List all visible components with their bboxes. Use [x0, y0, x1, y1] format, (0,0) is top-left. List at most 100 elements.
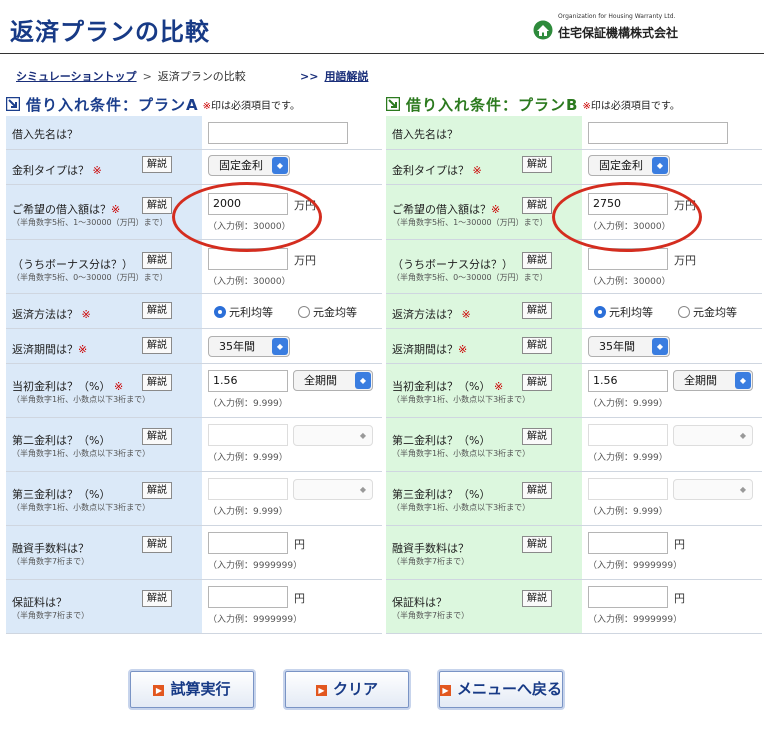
breadcrumb-home-link[interactable]: シミュレーショントップ — [16, 70, 137, 83]
select-chevron-icon: ◆ — [359, 485, 367, 494]
help-button[interactable]: 解説 — [142, 590, 172, 607]
label-rate3: 第三金利は？（%） — [392, 488, 491, 501]
row-amount: ご希望の借入額は？※ （半角数字5桁、1〜30000（万円）まで） 解説 200… — [6, 185, 382, 240]
bonus-input[interactable] — [588, 248, 668, 270]
rate3-period-select[interactable]: ◆ — [673, 479, 753, 500]
guarantee-input[interactable] — [208, 586, 288, 608]
row-method: 返済方法は？ ※ 解説 元利均等 元金均等 — [6, 294, 382, 329]
help-button[interactable]: 解説 — [522, 252, 552, 269]
period-select[interactable]: 35年間 ◆ — [208, 336, 290, 357]
help-button[interactable]: 解説 — [522, 302, 552, 319]
method-radio-equal-payment[interactable]: 元利均等 — [594, 304, 653, 320]
fee-note: （半角数字7桁まで） — [12, 557, 90, 566]
clear-button[interactable]: ▶ クリア — [285, 671, 409, 708]
unit-yen: 円 — [674, 538, 685, 551]
select-chevron-icon: ◆ — [735, 372, 751, 389]
help-button[interactable]: 解説 — [522, 482, 552, 499]
guarantee-hint: （入力例：9999999） — [208, 615, 303, 625]
rate2-period-select[interactable]: ◆ — [293, 425, 373, 446]
select-chevron-icon: ◆ — [272, 338, 288, 355]
row-fee: 融資手数料は？ （半角数字7桁まで） 解説 円 （入力例：9999999） — [6, 526, 382, 580]
plan-b-panel: 借り入れ条件：プランB ※印は必須項目です。 借入先名は？ 金利タイプは？ ※ … — [386, 92, 762, 634]
lender-input[interactable] — [588, 122, 728, 144]
row-method: 返済方法は？ ※ 解説 元利均等 元金均等 — [386, 294, 762, 329]
help-button[interactable]: 解説 — [522, 590, 552, 607]
rate2-period-select[interactable]: ◆ — [673, 425, 753, 446]
help-button[interactable]: 解説 — [522, 374, 552, 391]
label-amount: ご希望の借入額は？※ — [392, 203, 501, 216]
rate2-input[interactable] — [588, 424, 668, 446]
rate3-input[interactable] — [588, 478, 668, 500]
help-button[interactable]: 解説 — [142, 156, 172, 173]
select-chevron-icon: ◆ — [739, 485, 747, 494]
bonus-hint: （入力例：30000） — [208, 277, 291, 287]
method-radio-equal-principal[interactable]: 元金均等 — [298, 304, 357, 320]
help-button[interactable]: 解説 — [142, 374, 172, 391]
rate3-input[interactable] — [208, 478, 288, 500]
help-button[interactable]: 解説 — [522, 197, 552, 214]
method-radio-equal-principal[interactable]: 元金均等 — [678, 304, 737, 320]
arrow-right-icon: ▶ — [440, 685, 451, 696]
fee-note: （半角数字7桁まで） — [392, 557, 470, 566]
help-button[interactable]: 解説 — [522, 337, 552, 354]
period-select[interactable]: 35年間 ◆ — [588, 336, 670, 357]
label-method: 返済方法は？ ※ — [12, 308, 91, 321]
select-chevron-icon: ◆ — [652, 157, 668, 174]
rate3-period-select[interactable]: ◆ — [293, 479, 373, 500]
org-logo[interactable]: Organization for Housing Warranty Ltd. 住… — [533, 12, 758, 46]
help-button[interactable]: 解説 — [142, 337, 172, 354]
rate1-period-select[interactable]: 全期間 ◆ — [673, 370, 753, 391]
help-button[interactable]: 解説 — [142, 482, 172, 499]
select-chevron-icon: ◆ — [355, 372, 371, 389]
rate1-period-select[interactable]: 全期間 ◆ — [293, 370, 373, 391]
rate3-hint: （入力例：9.999） — [208, 507, 288, 517]
row-rate3: 第三金利は？（%） （半角数字1桁、小数点以下3桁まで） 解説 ◆ （入力例：9… — [386, 472, 762, 526]
rate2-input[interactable] — [208, 424, 288, 446]
bonus-input[interactable] — [208, 248, 288, 270]
label-method: 返済方法は？ ※ — [392, 308, 471, 321]
rate1-input[interactable]: 1.56 — [208, 370, 288, 392]
page-title: 返済プランの比較 — [10, 18, 210, 46]
amount-input[interactable]: 2750 — [588, 193, 668, 215]
rate1-hint: （入力例：9.999） — [588, 399, 668, 409]
glossary-link-group: >> 用語解説 — [300, 68, 368, 84]
amount-input[interactable]: 2000 — [208, 193, 288, 215]
rate1-input[interactable]: 1.56 — [588, 370, 668, 392]
required-note: ※印は必須項目です。 — [582, 97, 679, 112]
rate1-note: （半角数字1桁、小数点以下3桁まで） — [12, 395, 151, 404]
rate-type-select[interactable]: 固定金利 ◆ — [588, 155, 670, 176]
label-rate2: 第二金利は？（%） — [12, 434, 111, 447]
rate2-hint: （入力例：9.999） — [208, 453, 288, 463]
method-radio-equal-payment[interactable]: 元利均等 — [214, 304, 273, 320]
plan-a-header: 借り入れ条件：プランA ※印は必須項目です。 — [6, 92, 382, 116]
row-period: 返済期間は？※ 解説 35年間 ◆ — [6, 329, 382, 364]
rate-type-select[interactable]: 固定金利 ◆ — [208, 155, 290, 176]
fee-hint: （入力例：9999999） — [208, 561, 303, 571]
calculate-button[interactable]: ▶ 試算実行 — [130, 671, 254, 708]
help-button[interactable]: 解説 — [142, 536, 172, 553]
label-guarantee: 保証料は？ — [392, 596, 447, 609]
help-button[interactable]: 解説 — [522, 156, 552, 173]
fee-hint: （入力例：9999999） — [588, 561, 683, 571]
row-bonus: （うちボーナス分は？） （半角数字5桁、0〜30000（万円）まで） 解説 万円… — [6, 240, 382, 294]
label-rate2: 第二金利は？（%） — [392, 434, 491, 447]
help-button[interactable]: 解説 — [522, 428, 552, 445]
back-to-menu-button[interactable]: ▶ メニューへ戻る — [439, 671, 563, 708]
help-button[interactable]: 解説 — [142, 428, 172, 445]
fee-input[interactable] — [588, 532, 668, 554]
help-button[interactable]: 解説 — [142, 252, 172, 269]
help-button[interactable]: 解説 — [522, 536, 552, 553]
breadcrumb: シミュレーショントップ > 返済プランの比較 — [16, 68, 246, 84]
help-button[interactable]: 解説 — [142, 302, 172, 319]
guarantee-hint: （入力例：9999999） — [588, 615, 683, 625]
help-button[interactable]: 解説 — [142, 197, 172, 214]
label-rate1: 当初金利は？（%） ※ — [12, 380, 124, 393]
guarantee-input[interactable] — [588, 586, 668, 608]
guarantee-note: （半角数字7桁まで） — [392, 611, 470, 620]
fee-input[interactable] — [208, 532, 288, 554]
lender-input[interactable] — [208, 122, 348, 144]
select-chevron-icon: ◆ — [272, 157, 288, 174]
label-bonus: （うちボーナス分は？） — [12, 258, 133, 271]
row-rate3: 第三金利は？（%） （半角数字1桁、小数点以下3桁まで） 解説 ◆ （入力例：9… — [6, 472, 382, 526]
glossary-link[interactable]: 用語解説 — [324, 70, 368, 83]
